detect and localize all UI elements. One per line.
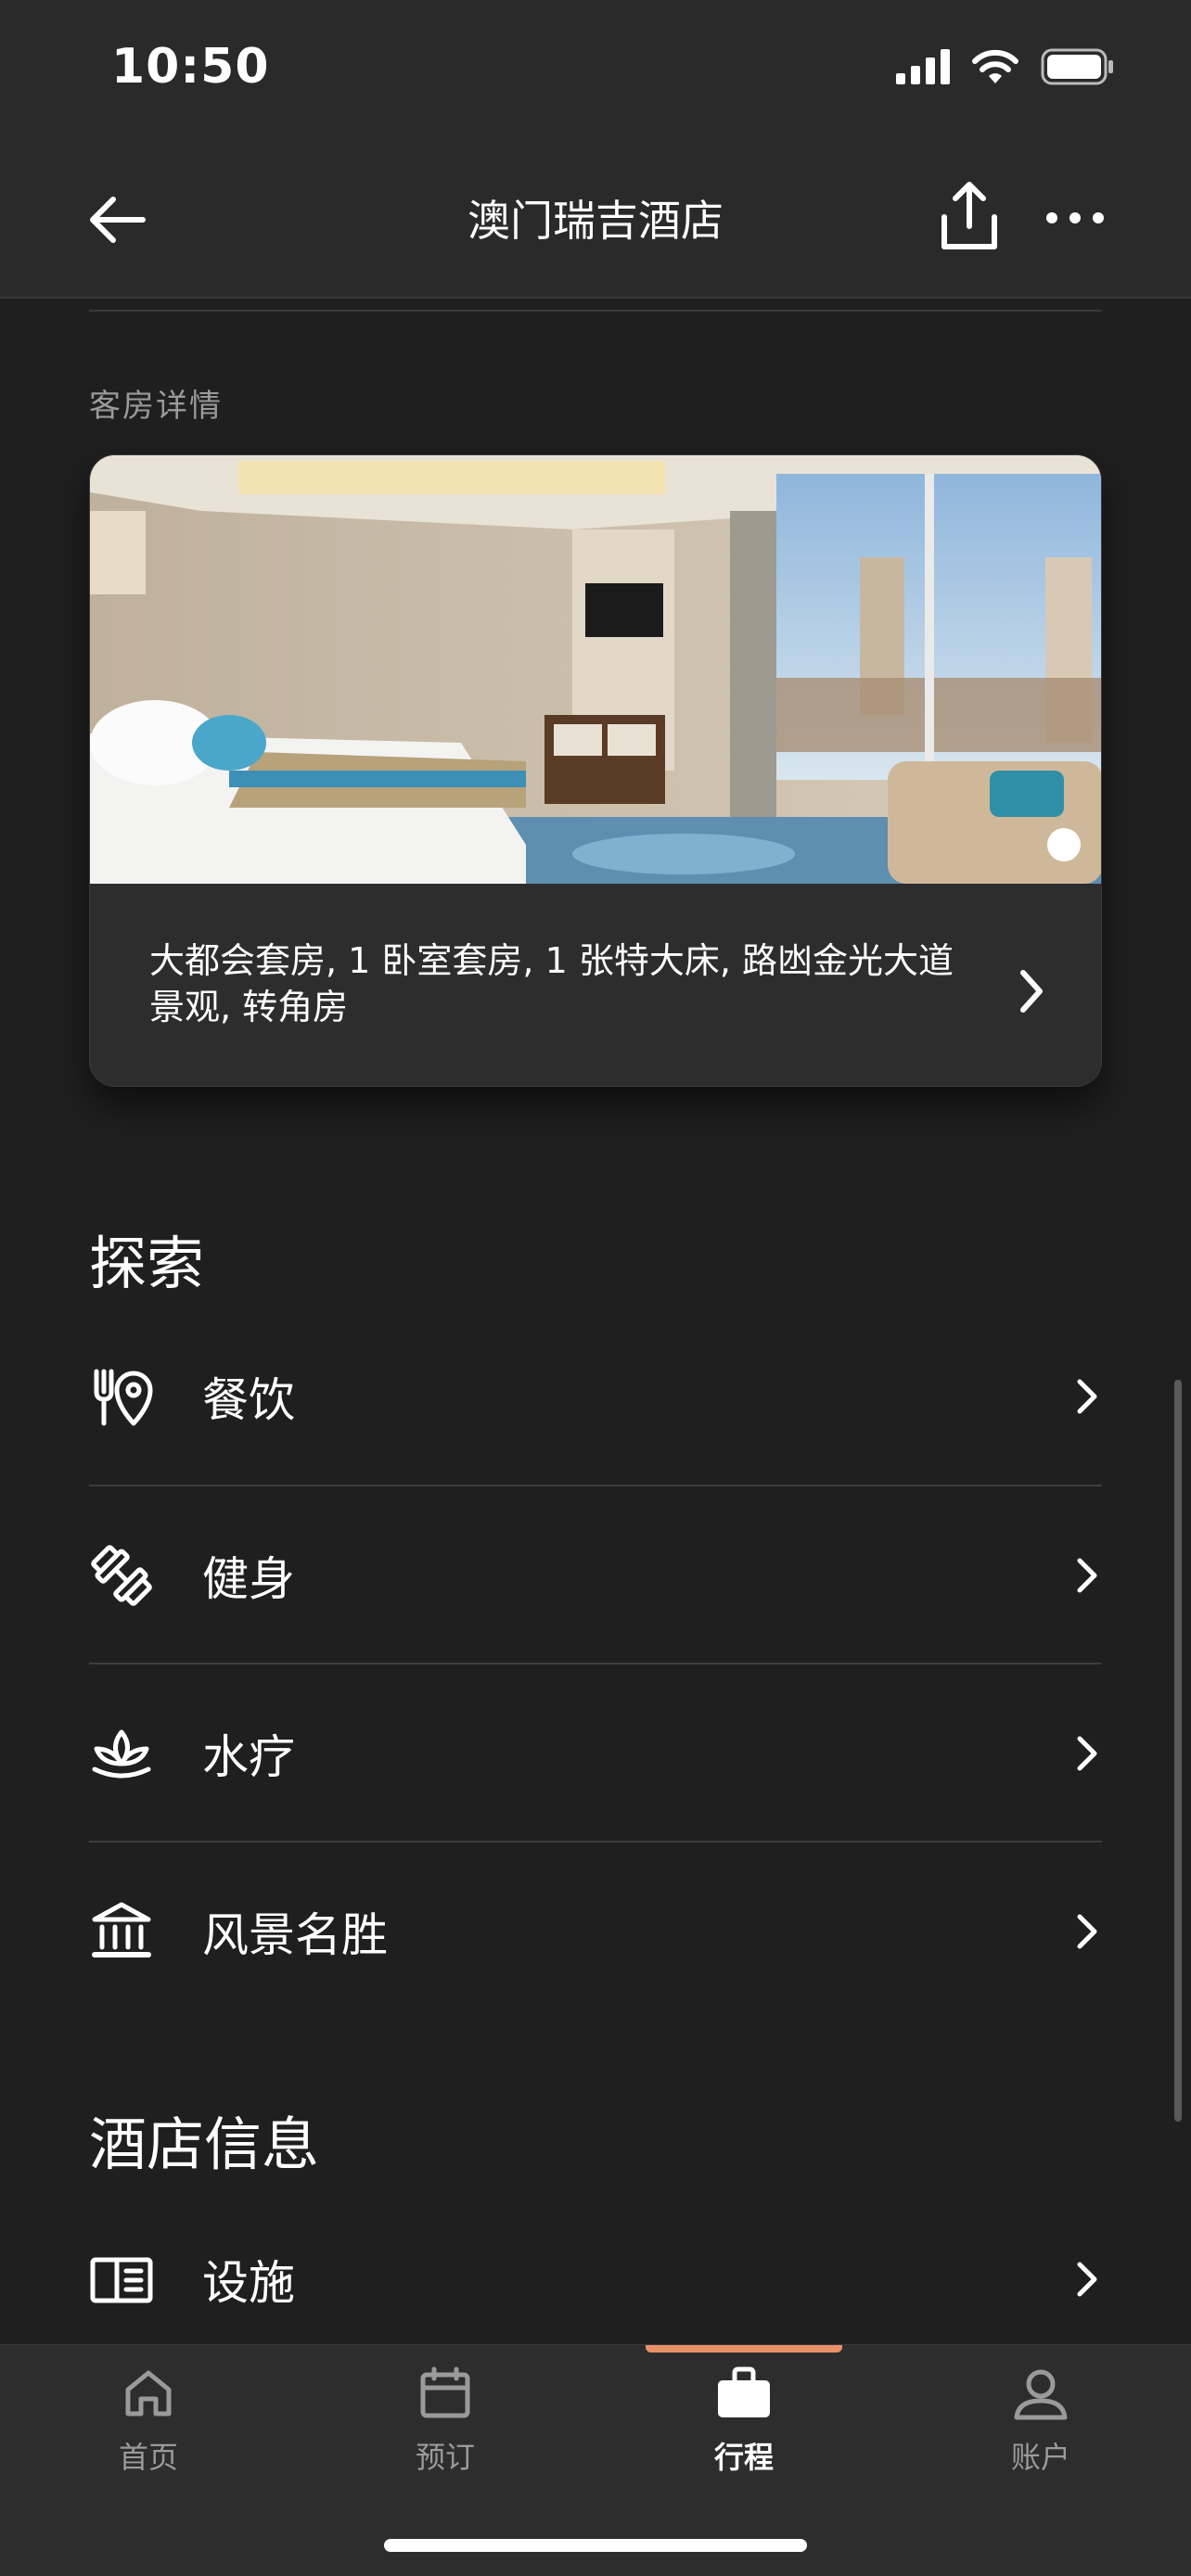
tab-label: 首页 (118, 2440, 178, 2475)
dining-location-icon (94, 1369, 153, 1426)
wifi-icon (972, 49, 1018, 83)
home-icon (125, 2370, 172, 2417)
hotel-info-section-title: 酒店信息 (89, 2111, 320, 2178)
chevron-right-icon (1077, 1736, 1097, 1771)
briefcase-icon (718, 2366, 770, 2417)
explore-item-dining[interactable]: 餐饮 (89, 1307, 1102, 1486)
chevron-right-icon (1077, 2262, 1097, 2297)
status-time: 10:50 (111, 39, 270, 95)
landmark-icon (92, 1902, 151, 1958)
chevron-right-icon (1077, 1379, 1097, 1414)
status-bar: 10:50 (0, 0, 1191, 139)
tab-bookings[interactable]: 预订 (352, 2364, 538, 2493)
navigation-bar: 澳门瑞吉酒店 (0, 139, 1191, 299)
calendar-icon (420, 2366, 470, 2418)
dumbbell-icon (91, 1545, 152, 1606)
room-details-caption: 客房详情 (89, 388, 223, 425)
chevron-right-icon (1077, 1558, 1097, 1593)
explore-item-attractions[interactable]: 风景名胜 (89, 1843, 1102, 2021)
tab-label: 行程 (713, 2440, 774, 2475)
explore-item-spa[interactable]: 水疗 (89, 1664, 1102, 1843)
chevron-right-icon (1077, 1914, 1097, 1949)
tab-home[interactable]: 首页 (56, 2364, 241, 2493)
share-icon[interactable] (937, 180, 1002, 254)
cellular-signal-icon (896, 49, 950, 84)
hotel-info-item-facilities[interactable]: 设施 (89, 2190, 1102, 2368)
tab-label: 账户 (1010, 2440, 1070, 2475)
page-title: 澳门瑞吉酒店 (467, 196, 724, 246)
person-icon (1014, 2369, 1068, 2420)
room-description: 大都会套房, 1 卧室套房, 1 张特大床, 路凼金光大道景观, 转角房 (149, 940, 954, 1027)
lotus-icon (92, 1729, 151, 1779)
more-options-icon[interactable] (1043, 195, 1108, 241)
battery-icon (1041, 48, 1113, 85)
explore-item-label: 餐饮 (202, 1373, 295, 1427)
explore-item-label: 风景名胜 (202, 1908, 388, 1962)
tab-account[interactable]: 账户 (948, 2364, 1133, 2493)
tab-trips[interactable]: 行程 (651, 2364, 837, 2493)
home-indicator[interactable] (384, 2539, 807, 2552)
room-photo (90, 455, 1101, 884)
explore-item-label: 水疗 (202, 1730, 295, 1784)
facilities-icon (90, 2257, 153, 2303)
explore-section-title: 探索 (89, 1230, 205, 1297)
status-icons (896, 46, 1115, 87)
room-card[interactable]: 大都会套房, 1 卧室套房, 1 张特大床, 路凼金光大道景观, 转角房 (89, 454, 1102, 1087)
content-area[interactable]: 客房详情 大都会套房, 1 卧室套房, 1 张特大床, 路凼金光大道景观, 转角… (0, 299, 1191, 2344)
chevron-right-icon (1020, 970, 1043, 1013)
explore-item-label: 健身 (202, 1552, 295, 1606)
hotel-info-item-label: 设施 (202, 2256, 295, 2310)
tab-label: 预订 (415, 2440, 475, 2475)
active-tab-indicator (646, 2345, 842, 2353)
scrollbar[interactable] (1174, 1380, 1182, 2122)
divider (89, 310, 1102, 312)
explore-item-fitness[interactable]: 健身 (89, 1486, 1102, 1664)
